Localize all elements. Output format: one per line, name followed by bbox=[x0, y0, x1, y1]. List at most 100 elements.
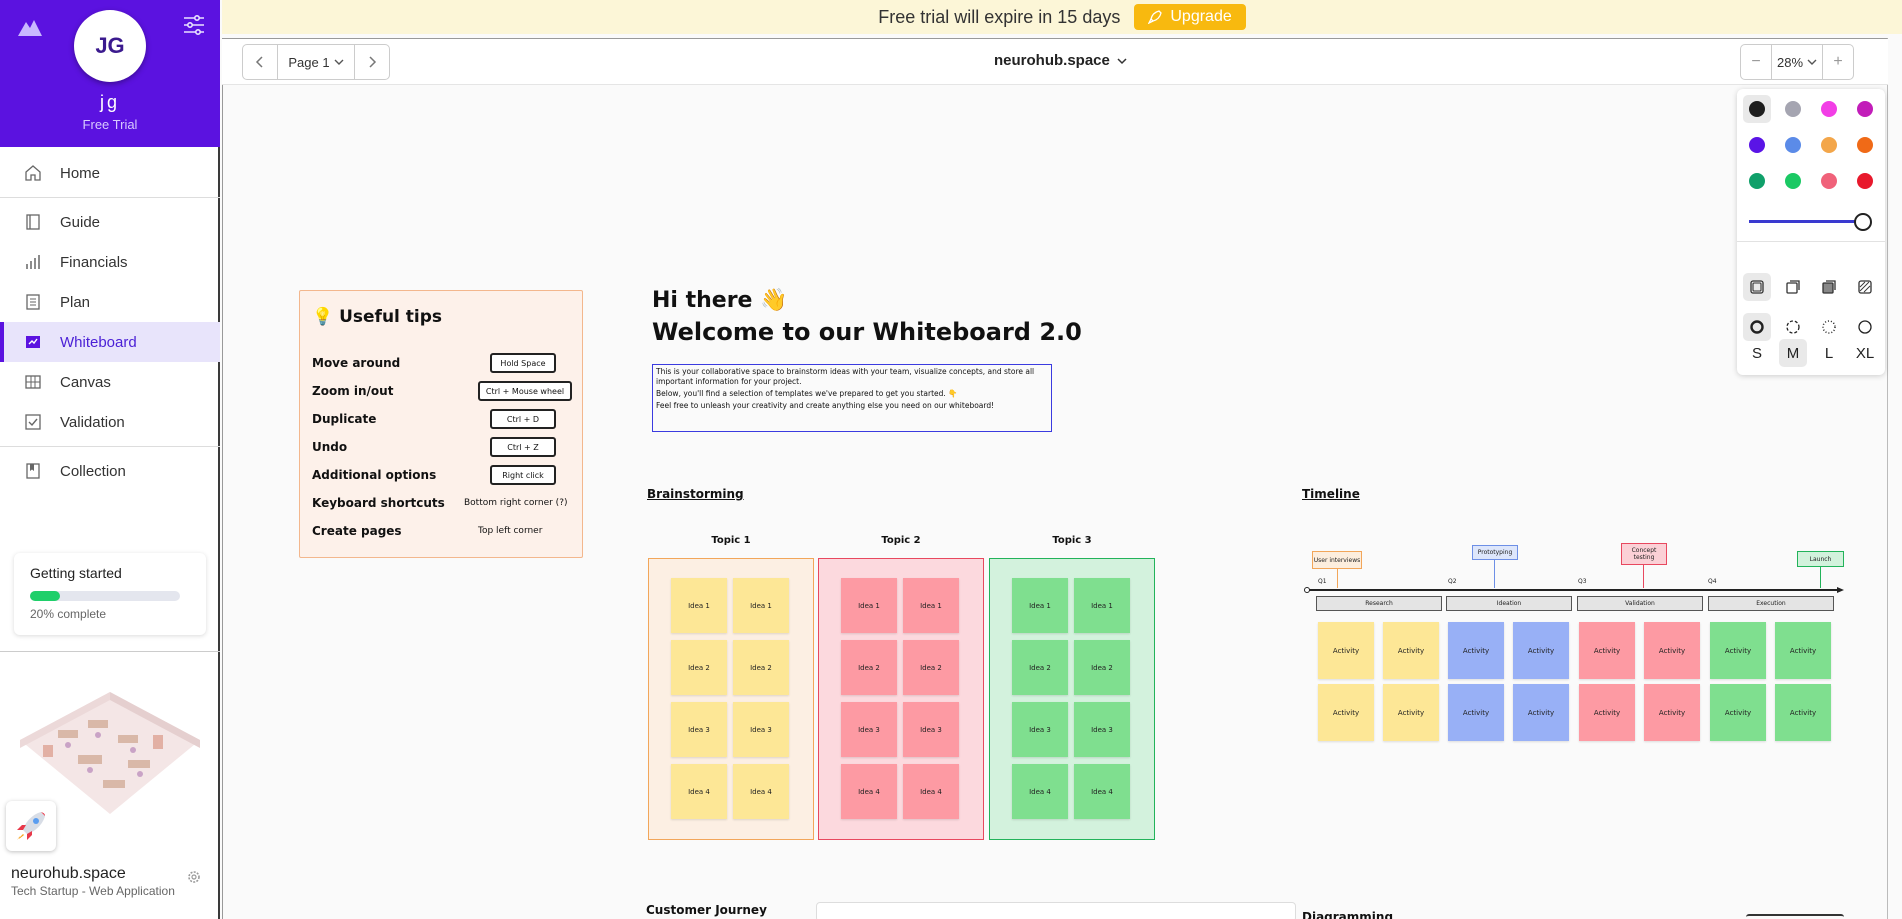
topic-title[interactable]: Topic 3 bbox=[989, 535, 1155, 546]
sticky-note[interactable]: Idea 3 bbox=[903, 702, 959, 757]
customer-journey-title[interactable]: Customer Journey bbox=[646, 903, 767, 917]
sticky-note[interactable]: Idea 4 bbox=[671, 764, 727, 819]
color-swatch[interactable] bbox=[1821, 101, 1837, 117]
color-swatch[interactable] bbox=[1857, 101, 1873, 117]
color-swatch[interactable] bbox=[1785, 101, 1801, 117]
getting-started-card[interactable]: Getting started 20% complete bbox=[14, 553, 206, 635]
color-swatch[interactable] bbox=[1821, 137, 1837, 153]
zoom-in-button[interactable]: + bbox=[1823, 45, 1853, 79]
size-xl-button[interactable]: XL bbox=[1851, 339, 1879, 367]
color-swatch[interactable] bbox=[1785, 173, 1801, 189]
activity-note[interactable]: Activity bbox=[1644, 684, 1700, 741]
mountain-logo-icon[interactable] bbox=[16, 14, 44, 38]
sticky-note[interactable]: Idea 4 bbox=[903, 764, 959, 819]
sidebar-item-canvas[interactable]: Canvas bbox=[0, 362, 220, 402]
avatar[interactable]: JG bbox=[74, 10, 146, 82]
fill-pattern-button[interactable] bbox=[1851, 273, 1879, 301]
brainstorming-title[interactable]: Brainstorming bbox=[647, 487, 744, 501]
color-swatch[interactable] bbox=[1749, 173, 1765, 189]
color-swatch[interactable] bbox=[1785, 137, 1801, 153]
size-m-button[interactable]: M bbox=[1779, 339, 1807, 367]
color-swatch[interactable] bbox=[1857, 173, 1873, 189]
diagramming-card[interactable] bbox=[1746, 914, 1844, 919]
sticky-note[interactable]: Idea 1 bbox=[733, 578, 789, 633]
sticky-note[interactable]: Idea 1 bbox=[1012, 578, 1068, 633]
sticky-note[interactable]: Idea 4 bbox=[1012, 764, 1068, 819]
fill-solid-button[interactable] bbox=[1815, 273, 1843, 301]
activity-note[interactable]: Activity bbox=[1318, 622, 1374, 679]
rocket-button[interactable] bbox=[6, 801, 56, 851]
sticky-note[interactable]: Idea 1 bbox=[903, 578, 959, 633]
intro-text-box[interactable]: This is your collaborative space to brai… bbox=[652, 364, 1052, 432]
topic-title[interactable]: Topic 2 bbox=[818, 535, 984, 546]
sticky-note[interactable]: Idea 2 bbox=[903, 640, 959, 695]
sticky-note[interactable]: Idea 3 bbox=[671, 702, 727, 757]
sticky-note[interactable]: Idea 2 bbox=[1074, 640, 1130, 695]
opacity-slider-track[interactable] bbox=[1749, 220, 1863, 223]
timeline-title[interactable]: Timeline bbox=[1302, 487, 1360, 501]
sidebar-item-plan[interactable]: Plan bbox=[0, 282, 220, 322]
sidebar-item-financials[interactable]: Financials bbox=[0, 242, 220, 282]
activity-note[interactable]: Activity bbox=[1710, 684, 1766, 741]
fill-none-button[interactable] bbox=[1743, 273, 1771, 301]
size-s-button[interactable]: S bbox=[1743, 339, 1771, 367]
sticky-note[interactable]: Idea 3 bbox=[1012, 702, 1068, 757]
activity-note[interactable]: Activity bbox=[1383, 622, 1439, 679]
sticky-note[interactable]: Idea 3 bbox=[1074, 702, 1130, 757]
size-l-button[interactable]: L bbox=[1815, 339, 1843, 367]
sticky-note[interactable]: Idea 2 bbox=[1012, 640, 1068, 695]
color-swatch[interactable] bbox=[1749, 137, 1765, 153]
activity-note[interactable]: Activity bbox=[1448, 622, 1504, 679]
opacity-slider-thumb[interactable] bbox=[1854, 213, 1872, 231]
welcome-heading[interactable]: Welcome to our Whiteboard 2.0 bbox=[652, 318, 1082, 346]
activity-note[interactable]: Activity bbox=[1383, 684, 1439, 741]
sticky-note[interactable]: Idea 1 bbox=[841, 578, 897, 633]
sidebar-item-collection[interactable]: Collection bbox=[0, 451, 220, 491]
next-page-button[interactable] bbox=[355, 45, 389, 79]
sidebar-item-guide[interactable]: Guide bbox=[0, 202, 220, 242]
sticky-note[interactable]: Idea 1 bbox=[671, 578, 727, 633]
sticky-note[interactable]: Idea 2 bbox=[671, 640, 727, 695]
sticky-note[interactable]: Idea 3 bbox=[733, 702, 789, 757]
milestone-flag[interactable]: Concept testing bbox=[1621, 543, 1667, 565]
timeline-phase[interactable]: Execution bbox=[1708, 596, 1834, 611]
sticky-note[interactable]: Idea 2 bbox=[841, 640, 897, 695]
topic-title[interactable]: Topic 1 bbox=[648, 535, 814, 546]
zoom-out-button[interactable]: − bbox=[1741, 45, 1771, 79]
sticky-note[interactable]: Idea 4 bbox=[841, 764, 897, 819]
milestone-flag[interactable]: Prototyping bbox=[1472, 545, 1518, 560]
page-selector[interactable]: Page 1 bbox=[277, 45, 355, 79]
timeline-phase[interactable]: Validation bbox=[1577, 596, 1703, 611]
upgrade-button[interactable]: Upgrade bbox=[1134, 4, 1246, 30]
sticky-note[interactable]: Idea 2 bbox=[733, 640, 789, 695]
gear-icon[interactable] bbox=[186, 869, 202, 885]
stroke-dotted-button[interactable] bbox=[1815, 313, 1843, 341]
sticky-note[interactable]: Idea 3 bbox=[841, 702, 897, 757]
milestone-flag[interactable]: User interviews bbox=[1312, 551, 1362, 569]
sticky-note[interactable]: Idea 4 bbox=[1074, 764, 1130, 819]
activity-note[interactable]: Activity bbox=[1775, 684, 1831, 741]
stroke-dashed-button[interactable] bbox=[1779, 313, 1807, 341]
activity-note[interactable]: Activity bbox=[1513, 622, 1569, 679]
activity-note[interactable]: Activity bbox=[1644, 622, 1700, 679]
sticky-note[interactable]: Idea 4 bbox=[733, 764, 789, 819]
sidebar-item-whiteboard[interactable]: Whiteboard bbox=[0, 322, 220, 362]
milestone-flag[interactable]: Launch bbox=[1797, 551, 1844, 567]
activity-note[interactable]: Activity bbox=[1710, 622, 1766, 679]
timeline-phase[interactable]: Ideation bbox=[1446, 596, 1572, 611]
customer-journey-card[interactable] bbox=[816, 902, 1296, 919]
greeting-heading[interactable]: Hi there 👋 bbox=[652, 288, 788, 313]
useful-tips-card[interactable]: 💡 Useful tips Move around Hold Space Zoom… bbox=[299, 290, 583, 558]
color-swatch[interactable] bbox=[1857, 137, 1873, 153]
sticky-note[interactable]: Idea 1 bbox=[1074, 578, 1130, 633]
settings-sliders-icon[interactable] bbox=[182, 14, 206, 36]
activity-note[interactable]: Activity bbox=[1579, 684, 1635, 741]
activity-note[interactable]: Activity bbox=[1579, 622, 1635, 679]
activity-note[interactable]: Activity bbox=[1775, 622, 1831, 679]
color-swatch[interactable] bbox=[1821, 173, 1837, 189]
activity-note[interactable]: Activity bbox=[1318, 684, 1374, 741]
stroke-solid-button[interactable] bbox=[1851, 313, 1879, 341]
sidebar-item-validation[interactable]: Validation bbox=[0, 402, 220, 442]
workspace-selector[interactable]: neurohub.space bbox=[994, 52, 1127, 69]
activity-note[interactable]: Activity bbox=[1448, 684, 1504, 741]
